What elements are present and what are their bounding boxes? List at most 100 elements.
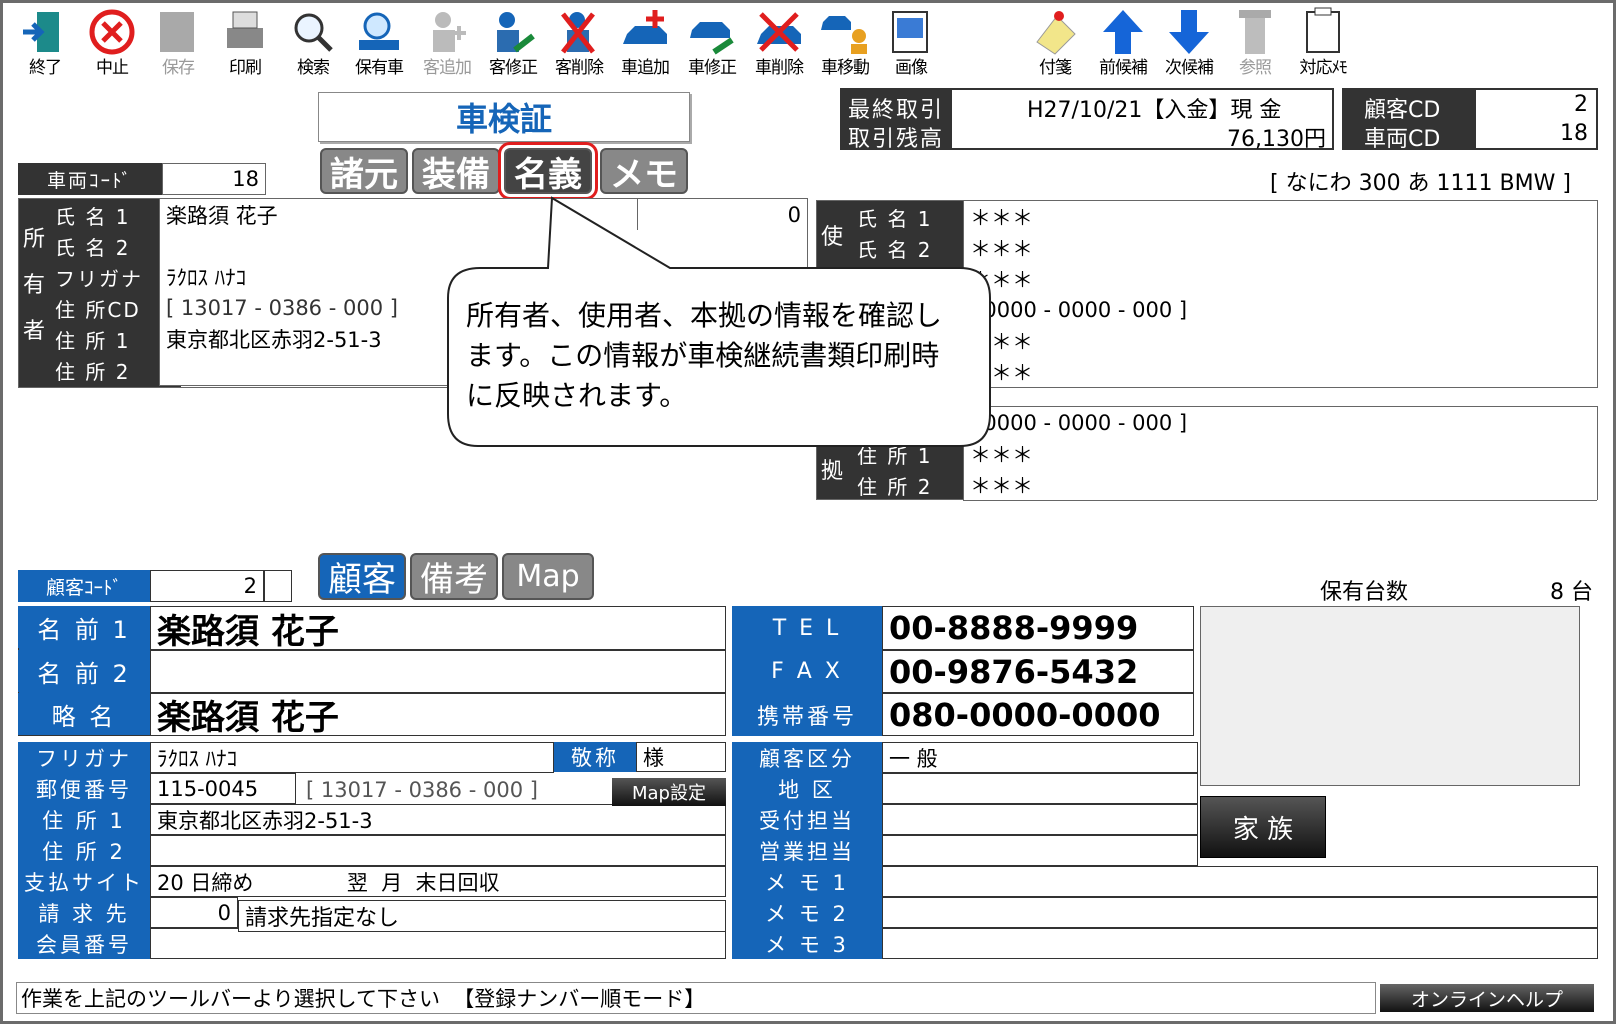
customer-detail-label: メ モ 1: [732, 866, 882, 897]
toolbar-button-2[interactable]: 保存: [145, 6, 211, 84]
vehicle-list-panel[interactable]: [1200, 606, 1580, 786]
customer-detail-input[interactable]: [150, 928, 726, 959]
customer-detail-input[interactable]: 0: [150, 897, 238, 928]
toolbar-button-11[interactable]: 車削除: [746, 6, 812, 84]
customer-detail-label: 会員番号: [18, 928, 150, 959]
tab-memo[interactable]: メモ: [600, 148, 688, 195]
honorific-label: 敬称: [554, 742, 636, 772]
toolbar-label: 保存: [162, 58, 195, 78]
toolbar-button-12[interactable]: 車移動: [812, 6, 878, 84]
bill-to-name[interactable]: 請求先指定なし: [238, 900, 726, 932]
balance-value: 76,130円: [1227, 127, 1326, 152]
customer-detail-label: 郵便番号: [18, 773, 150, 804]
toolbar-button-7[interactable]: 客修正: [480, 6, 546, 84]
owner-field-label: 住 所CD: [55, 298, 141, 322]
vehicle-cd-value: 18: [1560, 121, 1588, 146]
mobile-input[interactable]: 080-0000-0000: [882, 693, 1194, 736]
image-icon: [892, 11, 928, 53]
tab-ownership[interactable]: 名義: [498, 142, 598, 200]
owner-field-label: 氏 名 2: [55, 236, 131, 260]
customer-detail-input[interactable]: [882, 835, 1198, 866]
base-field-label: 住 所 2: [857, 475, 933, 499]
customer-code-label: 顧客ｺｰﾄﾞ: [18, 570, 150, 602]
toolbar-button-1[interactable]: 中止: [79, 6, 145, 84]
toolbar-button-5[interactable]: 保有車: [346, 6, 412, 84]
customer-detail-input[interactable]: [882, 897, 1598, 928]
toolbar-button-10[interactable]: 車修正: [679, 6, 745, 84]
tel-label: T E L: [732, 606, 882, 650]
toolbar-button-17[interactable]: 参照: [1222, 6, 1288, 84]
tab-equipment[interactable]: 装備: [412, 148, 500, 195]
customer-detail-input[interactable]: 東京都北区赤羽2-51-3: [150, 804, 726, 835]
online-help-button[interactable]: オンラインヘルプ: [1380, 984, 1594, 1012]
customer-detail-label: メ モ 2: [732, 897, 882, 928]
fax-label: F A X: [732, 650, 882, 693]
tel-input[interactable]: 00-8888-9999: [882, 606, 1194, 650]
toolbar-button-9[interactable]: 車追加: [612, 6, 678, 84]
name1-label: 名 前 1: [18, 606, 150, 648]
car-edit-icon: [690, 22, 734, 55]
toolbar-button-6[interactable]: 客追加: [414, 6, 480, 84]
name2-input[interactable]: [150, 650, 726, 693]
user-field-input[interactable]: ＊＊＊: [963, 232, 1597, 264]
short-name-label: 略 名: [18, 693, 150, 735]
customer-code-input[interactable]: 2: [150, 570, 264, 602]
customer-detail-input[interactable]: [150, 835, 726, 866]
toolbar-button-14[interactable]: 付箋: [1022, 6, 1088, 84]
customer-detail-input[interactable]: [882, 928, 1598, 959]
base-field-input[interactable]: ＊＊＊: [963, 469, 1597, 501]
toolbar-button-18[interactable]: 対応ﾒﾓ: [1290, 6, 1356, 84]
customer-detail-input[interactable]: [882, 773, 1198, 804]
user-field-input[interactable]: ＊＊＊: [963, 325, 1597, 357]
customer-detail-label: 住 所 2: [18, 835, 150, 866]
reference-icon: [1239, 10, 1271, 54]
toolbar-label: 客追加: [423, 58, 472, 78]
customer-detail-label: 受付担当: [732, 804, 882, 835]
toolbar-label: 参照: [1239, 58, 1272, 78]
toolbar-label: 客削除: [555, 58, 604, 78]
cancel-circle-icon: [89, 9, 135, 55]
tab-remarks[interactable]: 備考: [410, 553, 498, 600]
base-field-input[interactable]: 00000 - 0000 - 000 ]: [963, 407, 1597, 439]
last-trade-label: 最終取引: [848, 98, 945, 123]
toolbar-button-0[interactable]: 終了: [12, 6, 78, 84]
toolbar-label: 客修正: [489, 58, 538, 78]
tab-specs[interactable]: 諸元: [320, 148, 408, 195]
customer-detail-input[interactable]: 一 般: [882, 742, 1198, 773]
base-field-input[interactable]: ＊＊＊: [963, 438, 1597, 470]
customer-detail-input[interactable]: ﾗｸﾛｽ ﾊﾅｺ: [150, 742, 554, 773]
short-name-input[interactable]: 楽路須 花子: [150, 693, 726, 736]
toolbar-button-15[interactable]: 前候補: [1090, 6, 1156, 84]
honorific-input[interactable]: 様: [636, 742, 726, 772]
customer-detail-label: メ モ 3: [732, 928, 882, 959]
arrow-down-icon: [1169, 10, 1209, 54]
vehicle-count-value: 8 台: [1550, 580, 1593, 605]
user-field-input[interactable]: ＊＊＊: [963, 356, 1597, 388]
vehicle-code-label: 車両ｺｰﾄﾞ: [18, 163, 162, 195]
vehicle-code-input[interactable]: 18: [162, 163, 266, 195]
user-field-input[interactable]: ＊＊＊: [963, 201, 1597, 233]
fax-input[interactable]: 00-9876-5432: [882, 650, 1194, 693]
customer-detail-input[interactable]: [882, 866, 1598, 897]
customer-detail-label: 請 求 先: [18, 897, 150, 928]
toolbar-label: 保有車: [355, 58, 404, 78]
family-button[interactable]: 家 族: [1200, 796, 1326, 858]
toolbar-button-3[interactable]: 印刷: [212, 6, 278, 84]
customer-detail-label: 営業担当: [732, 835, 882, 866]
toolbar-button-4[interactable]: 検索: [280, 6, 346, 84]
user-field-input[interactable]: 00000 - 0000 - 000 ]: [963, 294, 1597, 326]
customer-detail-input[interactable]: 115-0045: [150, 773, 296, 804]
tab-customer[interactable]: 顧客: [318, 553, 406, 600]
user-field-input[interactable]: ＊＊＊: [963, 263, 1597, 295]
car-add-icon: [623, 10, 667, 44]
tab-map[interactable]: Map: [502, 553, 594, 600]
toolbar-button-8[interactable]: 客削除: [546, 6, 612, 84]
toolbar-button-13[interactable]: 画像: [878, 6, 944, 84]
customer-detail-input[interactable]: 20 日締め 翌 月 末日回収: [150, 866, 726, 897]
base-side-label: 拠: [821, 459, 844, 484]
toolbar-button-16[interactable]: 次候補: [1156, 6, 1222, 84]
map-settings-button[interactable]: Map設定: [612, 778, 726, 806]
name1-input[interactable]: 楽路須 花子: [150, 606, 726, 650]
customer-detail-input[interactable]: [882, 804, 1198, 835]
balance-label: 取引残高: [848, 127, 945, 152]
